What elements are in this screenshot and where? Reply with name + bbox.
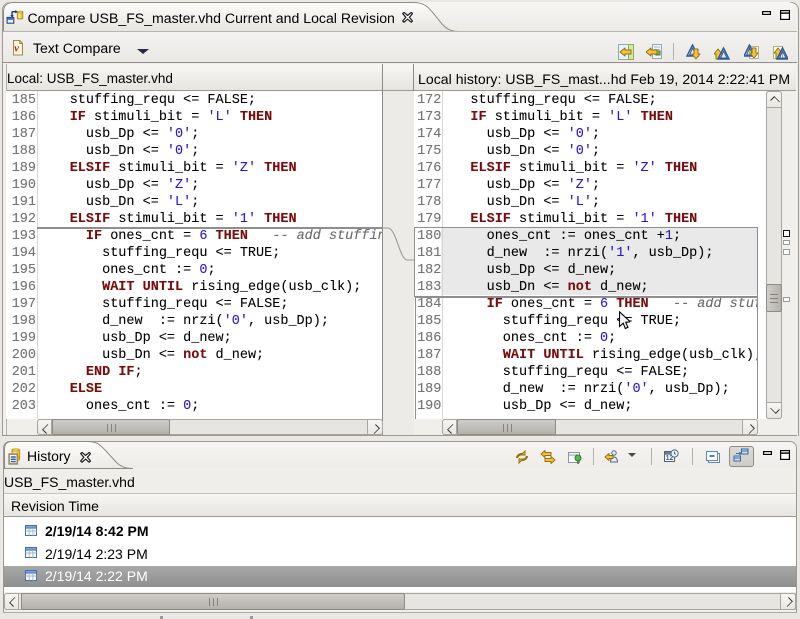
svg-text:v: v — [14, 44, 19, 55]
